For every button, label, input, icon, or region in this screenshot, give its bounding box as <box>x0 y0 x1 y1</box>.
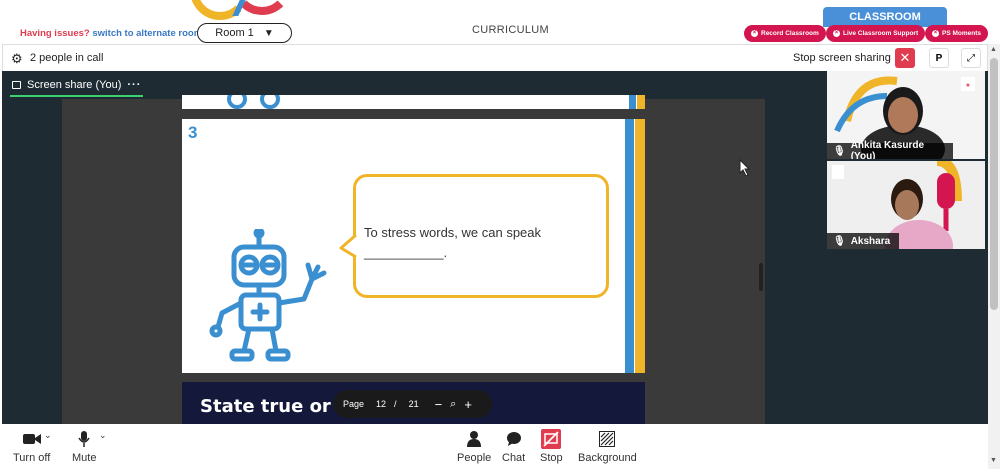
scroll-up-arrow-icon[interactable]: ▲ <box>990 46 997 53</box>
page-current[interactable]: 12 <box>376 399 386 409</box>
microphone-icon: 🎙 <box>833 145 846 157</box>
speech-bubble-text: To stress words, we can speak __________… <box>364 223 604 263</box>
chevron-down-icon[interactable]: ⌄ <box>99 430 107 441</box>
microphone-icon: 🎙 <box>833 235 846 247</box>
video-camera-icon <box>22 430 41 448</box>
participant-video[interactable]: 🎙 Akshara <box>827 161 985 249</box>
svg-text:★: ★ <box>965 82 970 89</box>
bottom-toolbar: Turn off ⌄ Mute ⌄ People Chat Stop Backg… <box>0 424 988 469</box>
chat-button[interactable]: Chat <box>502 430 525 464</box>
chevron-down-icon[interactable]: ⌄ <box>44 430 52 441</box>
scrollbar-thumb[interactable] <box>990 58 998 310</box>
close-icon: × <box>751 30 758 37</box>
zoom-in-icon[interactable]: + <box>464 397 472 412</box>
bubble-sentence: To stress words, we can speak <box>364 225 542 240</box>
screen-share-tab[interactable]: Screen share (You) ··· <box>10 75 144 97</box>
participant-name: Akshara <box>850 235 891 247</box>
background-button[interactable]: Background <box>578 430 637 464</box>
pin-button[interactable]: P <box>929 48 949 68</box>
page-label: Page <box>343 399 365 409</box>
stop-share-icon <box>541 429 562 449</box>
mute-label: Mute <box>72 452 97 464</box>
close-icon: × <box>932 30 939 37</box>
live-support-label: Live Classroom Support <box>843 30 919 37</box>
ps-moments-button[interactable]: × PS Moments <box>925 25 989 42</box>
zoom-reset-icon[interactable]: ⌕ <box>450 398 456 411</box>
top-bar: Having issues? switch to alternate room … <box>0 0 1000 44</box>
speech-bubble-tail <box>339 235 359 259</box>
robot-head-partial <box>227 95 645 109</box>
background-pattern-icon <box>599 430 616 448</box>
page-control: Page 12 / 21 − ⌕ + <box>333 390 492 418</box>
screen-share-icon <box>12 81 21 89</box>
gear-icon[interactable]: ⚙ <box>11 51 23 67</box>
zoom-out-icon[interactable]: − <box>435 397 443 412</box>
bubble-blank: ___________. <box>364 245 448 260</box>
background-label: Background <box>578 452 637 464</box>
close-icon: × <box>833 30 840 37</box>
live-support-button[interactable]: × Live Classroom Support <box>826 25 926 42</box>
caret-down-icon: ▼ <box>263 27 274 39</box>
current-slide: 3 To stress words, we can speak ________… <box>182 119 645 373</box>
people-count: 2 people in call <box>30 52 104 64</box>
microphone-icon <box>78 430 90 448</box>
curriculum-tab[interactable]: CURRICULUM <box>472 24 549 36</box>
people-label: People <box>457 452 492 464</box>
speech-bubble: To stress words, we can speak __________… <box>353 174 609 298</box>
person-icon <box>467 430 482 448</box>
stop-sharing-button[interactable]: ✕ <box>895 48 915 68</box>
alternate-room-link[interactable]: switch to alternate room <box>92 28 202 39</box>
mute-button[interactable]: Mute <box>72 430 96 464</box>
participant-name: Ankita Kasurde (You) <box>850 140 925 159</box>
participant-video[interactable]: ★ 🎙 Ankita Kasurde (You) <box>827 71 985 159</box>
fullscreen-button[interactable]: ⤢ <box>961 48 981 68</box>
record-classroom-label: Record Classroom <box>761 30 819 37</box>
robot-illustration <box>209 229 327 362</box>
page-separator: / <box>394 399 397 409</box>
issue-prefix: Having issues? <box>20 28 90 39</box>
close-icon: ✕ <box>899 50 911 65</box>
slide-accent-bar <box>635 119 645 373</box>
scroll-down-arrow-icon[interactable]: ▼ <box>990 457 997 464</box>
chat-bubble-icon <box>506 430 522 448</box>
call-header: ⚙ 2 people in call Stop screen sharing ✕… <box>2 44 988 71</box>
more-icon[interactable]: ··· <box>127 79 141 91</box>
mouse-cursor-icon <box>739 159 751 177</box>
ps-moments-label: PS Moments <box>942 30 982 37</box>
page-scrollbar[interactable]: ▲ ▼ <box>988 44 1000 469</box>
participant-name-bar: 🎙 Akshara <box>827 233 899 249</box>
previous-slide <box>182 95 645 109</box>
room-label: Room 1 <box>215 27 254 39</box>
stop-label: Stop <box>540 452 563 464</box>
camera-label: Turn off <box>13 452 51 464</box>
slide-number: 3 <box>188 123 198 142</box>
slide-accent-bar <box>625 119 634 373</box>
stop-share-button[interactable]: Stop <box>540 429 563 464</box>
room-select[interactable]: Room 1 ▼ <box>197 23 292 43</box>
stage-scrollbar[interactable] <box>759 263 763 291</box>
participant-name-bar: 🎙 Ankita Kasurde (You) <box>827 140 953 159</box>
record-classroom-button[interactable]: × Record Classroom <box>744 25 826 42</box>
people-button[interactable]: People <box>457 430 491 464</box>
stop-sharing-label: Stop screen sharing <box>793 52 891 64</box>
page-total: 21 <box>408 399 419 409</box>
chat-label: Chat <box>502 452 526 464</box>
screen-share-label: Screen share (You) <box>27 79 122 91</box>
expand-icon: ⤢ <box>967 52 975 64</box>
issue-notice: Having issues? switch to alternate room <box>20 28 202 39</box>
classroom-tab[interactable]: CLASSROOM <box>823 7 947 27</box>
